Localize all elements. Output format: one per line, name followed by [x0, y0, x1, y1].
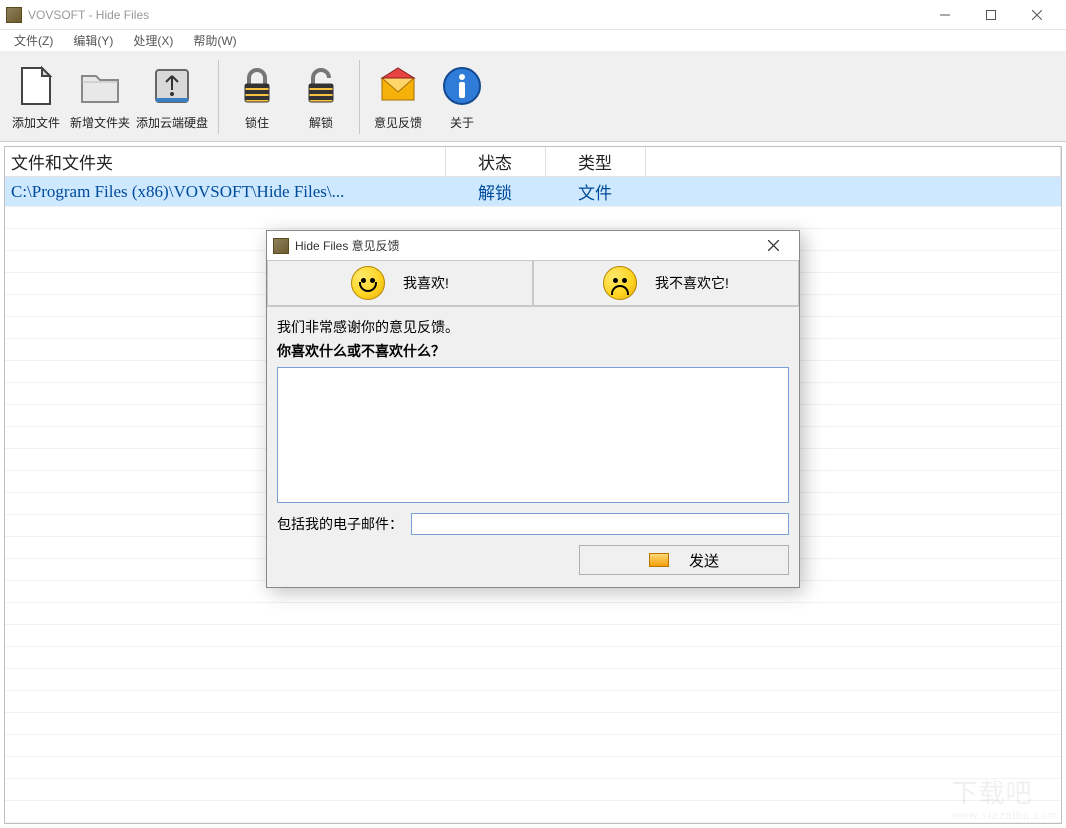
feedback-dialog: Hide Files 意见反馈 我喜欢! 我不喜欢它! 我们非常感谢你的意见反馈… [266, 230, 800, 588]
app-icon [6, 7, 22, 23]
dialog-title: Hide Files 意见反馈 [295, 237, 400, 254]
menu-edit[interactable]: 编辑(Y) [63, 30, 123, 51]
info-icon [438, 62, 486, 110]
lock-button[interactable]: 锁住 [225, 60, 289, 133]
window-title: VOVSOFT - Hide Files [28, 8, 149, 22]
like-label: 我喜欢! [403, 273, 449, 293]
frown-icon [603, 266, 637, 300]
menu-bar: 文件(Z) 编辑(Y) 处理(X) 帮助(W) [0, 30, 1066, 52]
smile-icon [351, 266, 385, 300]
app-icon [273, 238, 289, 254]
col-path[interactable]: 文件和文件夹 [5, 147, 445, 177]
send-label: 发送 [689, 550, 719, 571]
toolbar: 添加文件 新增文件夹 添加云端硬盘 [0, 52, 1066, 142]
unlock-label: 解锁 [309, 114, 333, 131]
cell-type: 文件 [545, 177, 645, 207]
dislike-label: 我不喜欢它! [655, 273, 729, 293]
window-minimize-button[interactable] [922, 0, 968, 30]
menu-file[interactable]: 文件(Z) [4, 30, 63, 51]
dislike-button[interactable]: 我不喜欢它! [533, 260, 799, 306]
lock-open-icon [297, 62, 345, 110]
about-button[interactable]: 关于 [430, 60, 494, 133]
window-close-button[interactable] [1014, 0, 1060, 30]
add-file-label: 添加文件 [12, 114, 60, 131]
envelope-icon [649, 553, 669, 567]
send-button[interactable]: 发送 [579, 545, 789, 575]
col-status[interactable]: 状态 [445, 147, 545, 177]
lock-label: 锁住 [245, 114, 269, 131]
cell-path: C:\Program Files (x86)\VOVSOFT\Hide File… [5, 177, 445, 207]
dialog-titlebar: Hide Files 意见反馈 [267, 231, 799, 261]
feedback-prompt: 你喜欢什么或不喜欢什么？ [267, 337, 799, 367]
lock-closed-icon [233, 62, 281, 110]
toolbar-separator [218, 60, 219, 134]
file-icon [12, 62, 60, 110]
cell-status: 解锁 [445, 177, 545, 207]
col-type[interactable]: 类型 [545, 147, 645, 177]
folder-icon [76, 62, 124, 110]
thanks-text: 我们非常感谢你的意见反馈。 [267, 307, 799, 337]
dialog-close-button[interactable] [753, 232, 793, 260]
menu-help[interactable]: 帮助(W) [183, 30, 246, 51]
add-cloud-drive-label: 添加云端硬盘 [136, 114, 208, 131]
table-header-row: 文件和文件夹 状态 类型 [5, 147, 1061, 177]
feedback-button[interactable]: 意见反馈 [366, 60, 430, 133]
table-row[interactable]: C:\Program Files (x86)\VOVSOFT\Hide File… [5, 177, 1061, 207]
menu-process[interactable]: 处理(X) [123, 30, 183, 51]
add-cloud-drive-button[interactable]: 添加云端硬盘 [132, 60, 212, 133]
add-file-button[interactable]: 添加文件 [4, 60, 68, 133]
col-spacer [645, 147, 1061, 177]
usb-drive-icon [148, 62, 196, 110]
email-label: 包括我的电子邮件： [277, 514, 403, 534]
feedback-icon [374, 62, 422, 110]
email-input[interactable] [411, 513, 789, 535]
add-folder-button[interactable]: 新增文件夹 [68, 60, 132, 133]
window-maximize-button[interactable] [968, 0, 1014, 30]
unlock-button[interactable]: 解锁 [289, 60, 353, 133]
feedback-textarea[interactable] [277, 367, 789, 503]
add-folder-label: 新增文件夹 [70, 114, 130, 131]
about-label: 关于 [450, 114, 474, 131]
like-button[interactable]: 我喜欢! [267, 260, 533, 306]
window-titlebar: VOVSOFT - Hide Files [0, 0, 1066, 30]
feedback-label: 意见反馈 [374, 114, 422, 131]
toolbar-separator [359, 60, 360, 134]
